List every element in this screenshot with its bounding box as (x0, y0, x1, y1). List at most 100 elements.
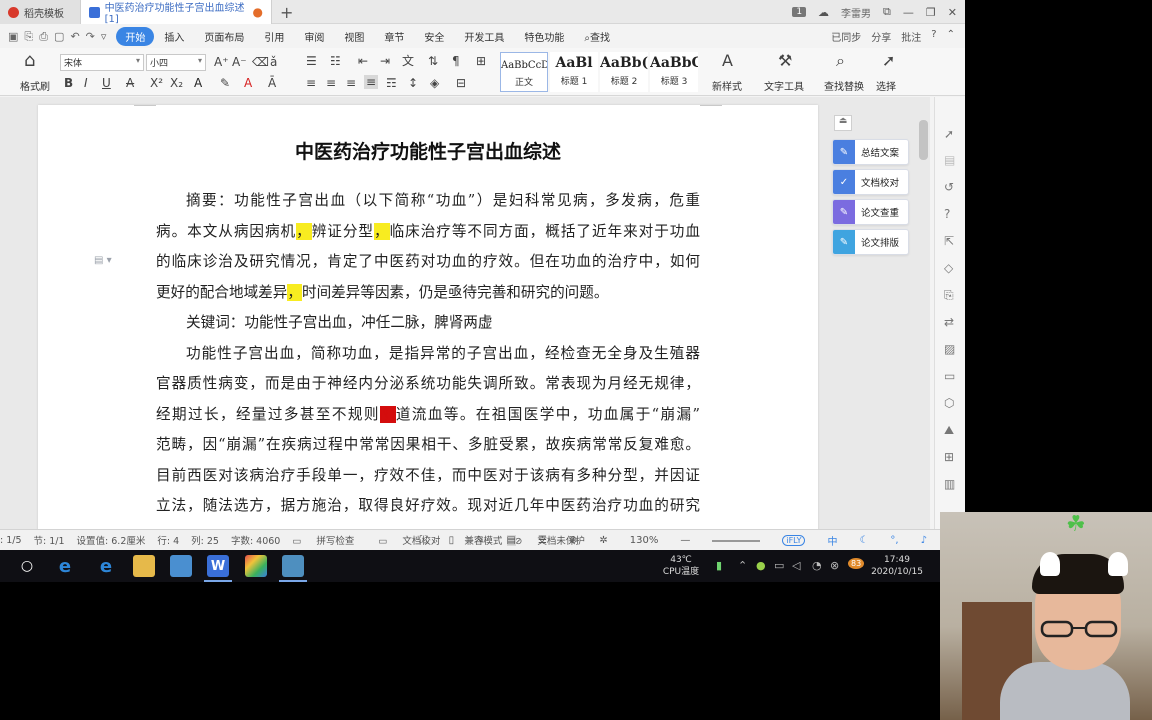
menu-insert[interactable]: 插入 (154, 29, 194, 44)
save-icon[interactable]: ▣ (8, 30, 18, 44)
zoom-slider[interactable] (712, 539, 761, 542)
new-style-icon[interactable]: A (722, 53, 733, 69)
text-tools-label[interactable]: 文字工具 (764, 78, 804, 93)
increase-indent-icon[interactable]: ⇥ (380, 54, 390, 68)
document-line[interactable]: 范畴，因“崩漏”在疾病过程中常常因果相干、多脏受累，故疾病常常反复难愈。 (156, 430, 700, 461)
shading-icon[interactable]: ◈ (430, 76, 439, 90)
menu-special[interactable]: 特色功能 (514, 29, 574, 44)
collapse-panel-icon[interactable]: ⏏ (834, 115, 852, 131)
tray-app-icon[interactable]: ● (756, 559, 766, 572)
ime-moon-icon[interactable]: ☾ (859, 535, 868, 546)
print-icon[interactable]: ⎙ (39, 30, 48, 44)
restore-icon[interactable]: ⧉ (883, 5, 891, 19)
shrink-font-icon[interactable]: A⁻ (232, 55, 247, 69)
format-painter-icon[interactable]: ⌂ (24, 52, 35, 70)
ie-browser-icon[interactable]: e (54, 555, 76, 577)
minimize-icon[interactable]: — (903, 6, 914, 19)
copy-icon[interactable]: ⎘ (944, 288, 954, 303)
italic-icon[interactable]: I (84, 76, 88, 90)
eye-protect-icon[interactable]: ✲ (599, 535, 607, 546)
underline-icon[interactable]: U (102, 76, 111, 90)
clock[interactable]: 17:49 2020/10/15 (866, 554, 928, 578)
close-circle-icon[interactable]: ⊗ (830, 559, 839, 572)
read-mode-icon[interactable]: ▯ (449, 535, 455, 546)
char-shading-icon[interactable]: Ā (268, 76, 276, 90)
new-style-label[interactable]: 新样式 (712, 78, 742, 93)
select-label[interactable]: 选择 (876, 78, 896, 93)
phonetic-icon[interactable]: ǎ (270, 55, 277, 69)
wifi-icon[interactable]: ◔ (812, 559, 822, 572)
chinese-layout-icon[interactable]: 文 (402, 54, 414, 68)
share-button[interactable]: 分享 (871, 29, 891, 44)
menu-view[interactable]: 视图 (334, 29, 374, 44)
zoom-level[interactable]: 130% (630, 535, 659, 546)
avatar-icon[interactable]: ☁ (818, 6, 829, 19)
help-button[interactable]: ? (931, 29, 936, 44)
superscript-icon[interactable]: X² (150, 76, 163, 90)
format-painter-label[interactable]: 格式刷 (20, 78, 50, 93)
select-pointer-icon[interactable]: ➚ (944, 127, 954, 141)
link-icon[interactable]: ⇄ (944, 315, 954, 329)
line-spacing-icon[interactable]: ↕ (408, 76, 418, 90)
archive-icon[interactable]: ▭ (944, 369, 955, 383)
export-icon[interactable]: ⎘ (24, 30, 33, 44)
menu-developer[interactable]: 开发工具 (454, 29, 514, 44)
volume-icon[interactable]: ◁ (792, 559, 800, 572)
borders-icon[interactable]: ⊟ (456, 76, 466, 90)
document-line[interactable]: 更好的配合地域差异，时间差异等因素，仍是亟待完善和研究的问题。 (156, 278, 700, 309)
show-marks-icon[interactable]: ¶ (452, 54, 460, 68)
menu-review[interactable]: 审阅 (294, 29, 334, 44)
style-heading-2[interactable]: AaBb( 标题 2 (600, 52, 648, 92)
close-icon[interactable]: ✕ (948, 6, 957, 19)
upload-icon[interactable]: ⛰ (944, 423, 954, 438)
edge-browser-icon[interactable]: e (95, 555, 117, 577)
menu-section[interactable]: 章节 (374, 29, 414, 44)
text-effect-icon[interactable]: A (194, 76, 202, 90)
font-size-select[interactable]: 小四 (146, 54, 206, 71)
page-view-icon[interactable]: ▤ (506, 535, 516, 546)
preview-icon[interactable]: ▢ (54, 30, 64, 44)
sync-status[interactable]: 已同步 (831, 29, 861, 44)
paper-layout-button[interactable]: ✎ 论文排版 (832, 229, 909, 255)
spell-check-button[interactable]: ▭ 拼写检查 (292, 533, 366, 547)
decrease-indent-icon[interactable]: ⇤ (358, 54, 368, 68)
user-name[interactable]: 李雷男 (841, 5, 871, 20)
outline-view-icon[interactable]: ☰ (538, 535, 547, 546)
tray-expand-icon[interactable]: ⌃ (738, 559, 747, 572)
ime-brand[interactable]: iFLY (782, 535, 806, 546)
document-page[interactable]: 中医药治疗功能性子宫出血综述 摘要：功能性子宫出血（以下简称“功血”）是妇科常见… (38, 105, 818, 545)
redo-icon[interactable]: ↷ (86, 30, 95, 44)
paragraph-menu-icon[interactable]: ▤ ▾ (94, 255, 112, 266)
undo-icon[interactable]: ↶ (70, 30, 79, 44)
new-tab-button[interactable]: + (280, 3, 293, 22)
select-cursor-icon[interactable]: ➚ (882, 53, 895, 69)
document-line[interactable]: 的临床诊治及研究情况，肯定了中医药对功血的疗效。但在功血的治疗中，如何 (156, 247, 700, 278)
document-line[interactable]: 功能性子宫出血，简称功血，是指异常的子宫出血，经检查无全身及生殖器 (156, 339, 700, 370)
history-icon[interactable]: ↺ (944, 180, 954, 194)
help-circle-icon[interactable]: ? (944, 207, 950, 221)
zoom-out-icon[interactable]: — (680, 535, 690, 546)
find-replace-icon[interactable]: ⌕ (836, 53, 845, 69)
plagiarism-check-button[interactable]: ✎ 论文查重 (832, 199, 909, 225)
menu-search[interactable]: ⌕查找 (574, 29, 620, 44)
tab-document[interactable]: 中医药治疗功能性子宫出血综述[1] ● (80, 0, 272, 25)
search-circle-icon[interactable]: ○ (16, 555, 38, 577)
style-heading-1[interactable]: AaBl 标题 1 (550, 52, 598, 92)
clear-format-icon[interactable]: ⌫ (252, 55, 269, 69)
ime-lang[interactable]: 中 (827, 533, 837, 548)
strikethrough-icon[interactable]: A (126, 76, 134, 90)
shape-icon[interactable]: ◇ (944, 261, 953, 275)
wps-writer-taskbar-icon[interactable]: W (204, 555, 232, 582)
menu-page-layout[interactable]: 页面布局 (194, 29, 254, 44)
document-line[interactable]: 经期过长，经量过多甚至不规则阴道流血等。在祖国医学中，功血属于“崩漏” (156, 400, 700, 431)
sort-icon[interactable]: ⇅ (428, 54, 438, 68)
table-icon[interactable]: ⊞ (476, 54, 486, 68)
app-screen-icon[interactable] (279, 555, 307, 582)
font-name-select[interactable]: 宋体 (60, 54, 144, 71)
menu-home[interactable]: 开始 (116, 27, 155, 46)
tab-home[interactable]: 稻壳模板 (0, 0, 80, 24)
document-line[interactable]: 病。本文从病因病机，辨证分型，临床治疗等不同方面，概括了近年来对于功血 (156, 217, 700, 248)
document-line[interactable]: 官器质性病变，而是由于神经内分泌系统功能失调所致。常表现为月经无规律， (156, 369, 700, 400)
subscript-icon[interactable]: X₂ (170, 76, 183, 90)
tray-network-icon[interactable]: ▭ (774, 559, 784, 572)
